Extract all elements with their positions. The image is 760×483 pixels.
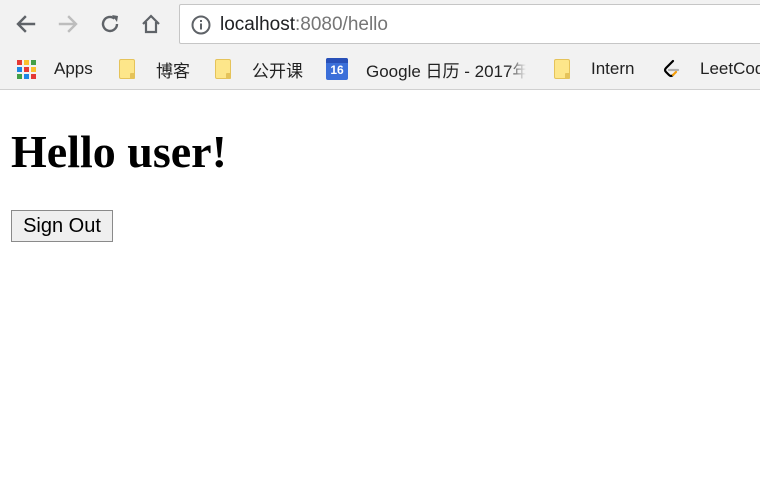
info-icon[interactable] (190, 14, 212, 36)
bookmarks-bar: Apps 博客 公开课 16 Google 日历 - 2017年 Intern (0, 48, 760, 90)
address-bar[interactable]: localhost:8080/hello (179, 4, 760, 44)
home-icon (142, 14, 160, 34)
bookmark-label: Google 日历 - 2017年 (366, 61, 526, 81)
bookmark-google-calendar[interactable]: 16 Google 日历 - 2017年 (326, 56, 526, 82)
apps-grid-icon (15, 58, 37, 80)
bookmark-open-courses[interactable]: 公开课 (213, 56, 303, 82)
folder-icon (552, 58, 574, 80)
url-host: localhost (220, 14, 295, 35)
folder-icon (117, 58, 139, 80)
bookmark-label: Apps (54, 59, 93, 78)
bookmark-label: 博客 (156, 61, 190, 81)
bookmark-blog[interactable]: 博客 (117, 56, 190, 82)
bookmark-intern[interactable]: Intern (552, 56, 634, 82)
leetcode-icon (660, 58, 682, 80)
home-button[interactable] (135, 8, 167, 40)
browser-toolbar: localhost:8080/hello (0, 0, 760, 48)
bookmark-label: 公开课 (252, 61, 303, 81)
bookmark-leetcode[interactable]: LeetCode (660, 56, 760, 82)
google-calendar-icon: 16 (326, 58, 348, 80)
back-button[interactable] (10, 8, 42, 40)
calendar-day: 16 (330, 63, 344, 77)
bookmark-apps[interactable]: Apps (15, 56, 93, 82)
browser-chrome: localhost:8080/hello Apps 博客 公开课 16 Goog… (0, 0, 760, 90)
back-arrow-icon (16, 15, 36, 33)
bookmark-label: LeetCode (700, 59, 760, 78)
bookmark-label: Intern (591, 59, 635, 78)
sign-out-button[interactable]: Sign Out (11, 210, 113, 242)
folder-icon (213, 58, 235, 80)
url-text[interactable]: localhost:8080/hello (220, 14, 388, 36)
reload-button[interactable] (94, 8, 126, 40)
forward-arrow-icon (58, 15, 78, 33)
reload-icon (101, 15, 119, 33)
page-heading: Hello user! (11, 126, 227, 177)
url-path: :8080/hello (295, 14, 388, 35)
forward-button[interactable] (52, 8, 84, 40)
